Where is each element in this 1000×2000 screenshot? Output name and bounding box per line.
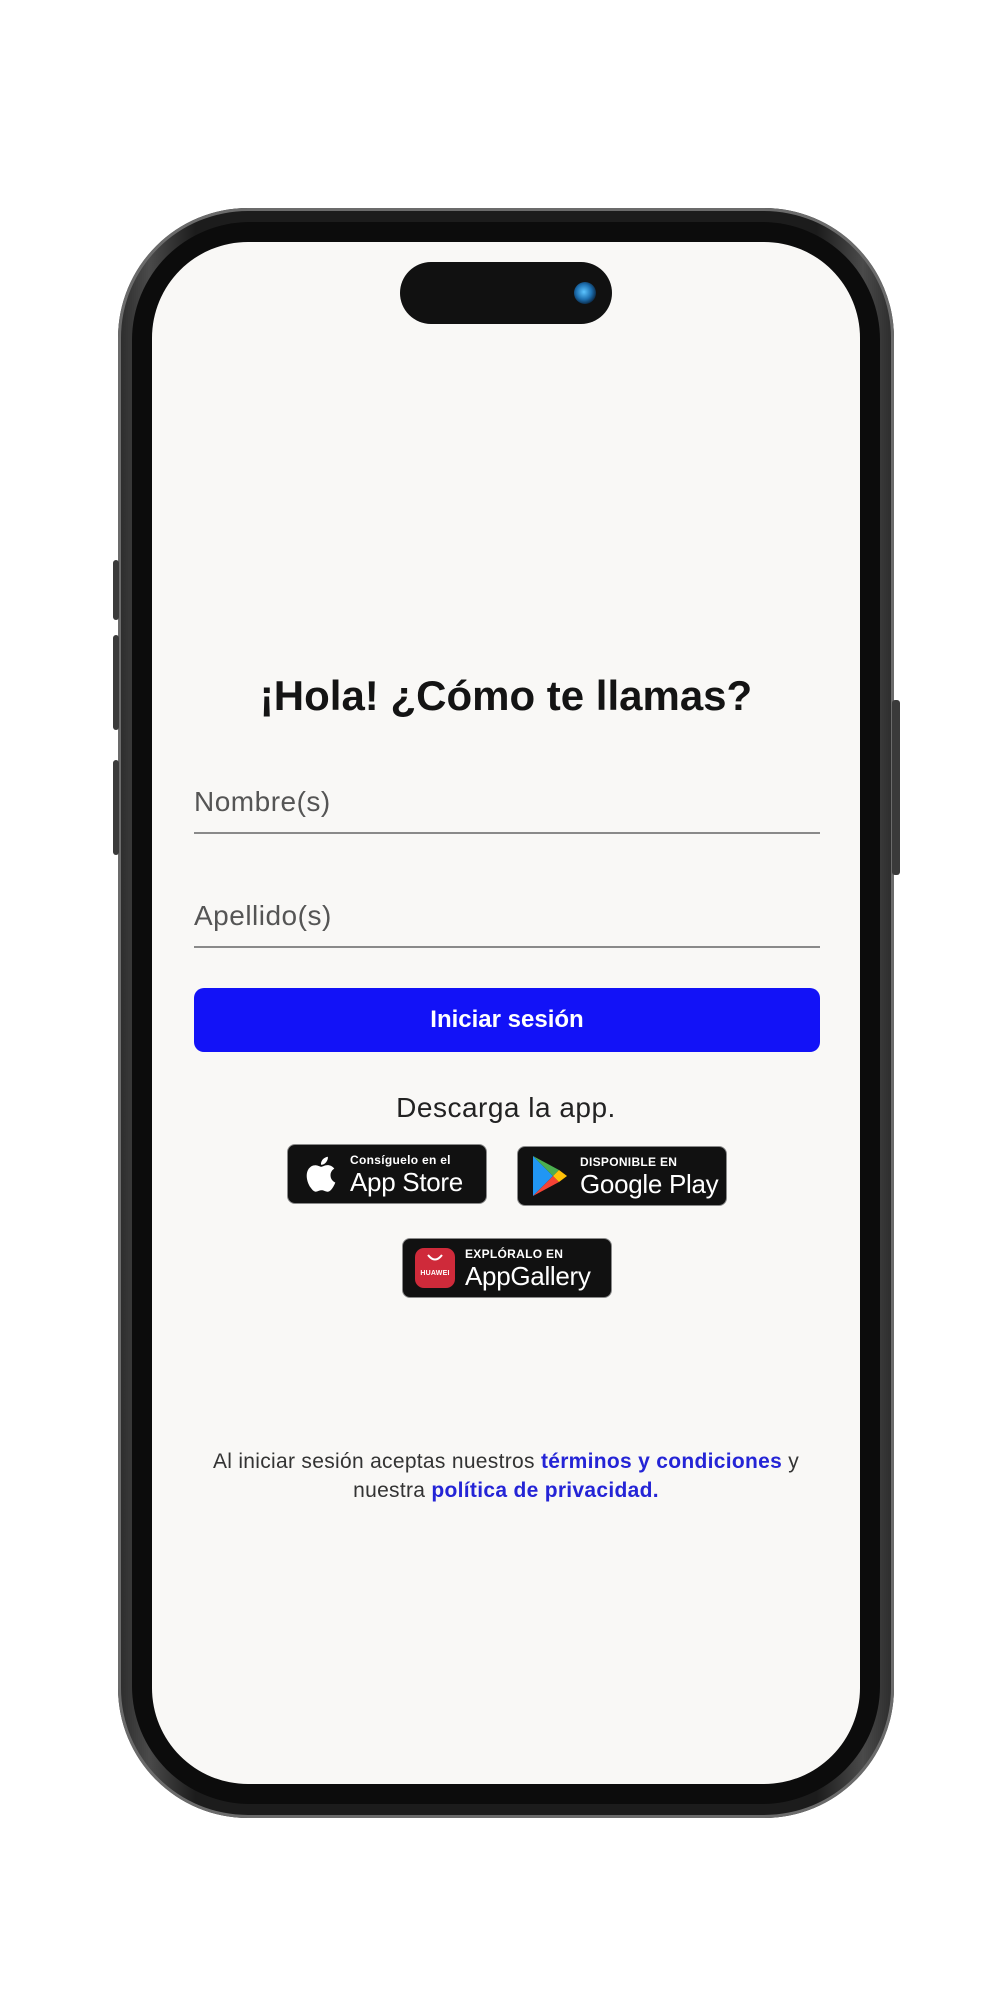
apple-logo-icon <box>298 1152 342 1196</box>
app-screen: ¡Hola! ¿Cómo te llamas? Iniciar sesión D… <box>152 242 860 1784</box>
app-store-big-text: App Store <box>350 1166 463 1197</box>
privacy-link[interactable]: política de privacidad. <box>431 1479 658 1502</box>
legal-notice: Al iniciar sesión aceptas nuestros térmi… <box>192 1447 820 1505</box>
phone-volume-up <box>113 635 119 730</box>
terms-link[interactable]: términos y condiciones <box>541 1450 782 1473</box>
legal-prefix: Al iniciar sesión aceptas nuestros <box>212 1450 535 1473</box>
google-play-small-text: DISPONIBLE EN <box>580 1154 678 1169</box>
dynamic-island <box>400 262 612 324</box>
app-store-badge[interactable]: Consíguelo en el App Store <box>287 1144 487 1204</box>
app-store-small-text: Consíguelo en el <box>350 1152 451 1167</box>
phone-silent-switch <box>113 560 119 620</box>
page-title: ¡Hola! ¿Cómo te llamas? <box>259 672 753 719</box>
first-name-input[interactable] <box>194 772 820 834</box>
appgallery-badge[interactable]: HUAWEI EXPLÓRALO EN AppGallery <box>402 1238 612 1298</box>
download-label: Descarga la app. <box>396 1092 616 1123</box>
google-play-badge[interactable]: DISPONIBLE EN Google Play <box>517 1146 727 1206</box>
camera-icon <box>574 282 596 304</box>
phone-power-button <box>892 700 900 875</box>
huawei-icon-text: HUAWEI <box>420 1270 450 1277</box>
huawei-appgallery-icon: HUAWEI <box>413 1246 457 1290</box>
login-button[interactable]: Iniciar sesión <box>194 988 820 1052</box>
last-name-input[interactable] <box>194 886 820 948</box>
google-play-big-text: Google Play <box>580 1168 719 1199</box>
appgallery-big-text: AppGallery <box>465 1260 591 1291</box>
appgallery-small-text: EXPLÓRALO EN <box>465 1246 564 1261</box>
google-play-icon <box>528 1154 572 1198</box>
phone-volume-down <box>113 760 119 855</box>
